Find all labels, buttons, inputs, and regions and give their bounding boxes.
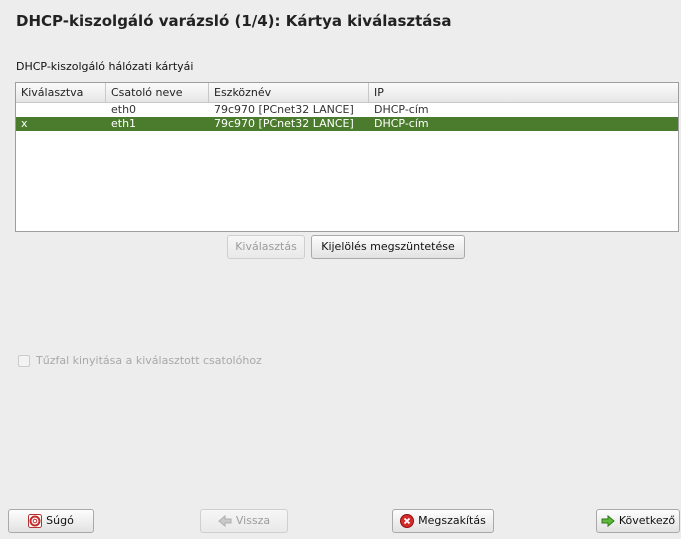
arrow-right-icon: [601, 514, 615, 528]
table-header: Kiválasztva Csatoló neve Eszköznév IP: [16, 83, 678, 103]
network-cards-table[interactable]: Kiválasztva Csatoló neve Eszköznév IP et…: [15, 82, 679, 232]
back-button[interactable]: Vissza: [200, 509, 288, 533]
table-row[interactable]: eth0 79c970 [PCnet32 LANCE] DHCP-cím: [16, 103, 678, 117]
firewall-option[interactable]: Tűzfal kinyitása a kiválasztott csatolóh…: [18, 354, 262, 367]
next-button-label: Következő: [618, 514, 676, 527]
cell-device: 79c970 [PCnet32 LANCE]: [214, 103, 354, 116]
cards-table-label: DHCP-kiszolgáló hálózati kártyái: [16, 60, 194, 73]
page-title: DHCP-kiszolgáló varázsló (1/4): Kártya k…: [16, 12, 452, 30]
help-button-label: Súgó: [46, 514, 74, 527]
cell-ip: DHCP-cím: [374, 103, 429, 116]
column-header-ip[interactable]: IP: [369, 83, 678, 102]
abort-button-label: Megszakítás: [418, 514, 486, 527]
column-header-interface[interactable]: Csatoló neve: [106, 83, 209, 102]
cell-interface: eth1: [111, 117, 137, 130]
arrow-left-icon: [218, 514, 232, 528]
stop-icon: [400, 514, 415, 528]
help-button[interactable]: Súgó: [8, 509, 94, 533]
select-button[interactable]: Kiválasztás: [227, 235, 305, 259]
firewall-checkbox[interactable]: [18, 354, 30, 367]
column-header-device[interactable]: Eszköznév: [209, 83, 369, 102]
back-button-label: Vissza: [235, 514, 271, 527]
next-button[interactable]: Következő: [596, 509, 680, 533]
cell-selected: x: [21, 117, 28, 130]
cell-interface: eth0: [111, 103, 137, 116]
cell-ip: DHCP-cím: [374, 117, 429, 130]
cell-device: 79c970 [PCnet32 LANCE]: [214, 117, 354, 130]
deselect-button[interactable]: Kijelölés megszüntetése: [311, 235, 465, 259]
abort-button[interactable]: Megszakítás: [392, 509, 494, 533]
lifebuoy-icon: [28, 514, 43, 528]
table-row[interactable]: x eth1 79c970 [PCnet32 LANCE] DHCP-cím: [16, 117, 678, 131]
firewall-checkbox-label: Tűzfal kinyitása a kiválasztott csatolóh…: [36, 354, 262, 367]
cell-selected: [16, 103, 106, 117]
column-header-selected[interactable]: Kiválasztva: [16, 83, 106, 102]
select-button-label: Kiválasztás: [235, 240, 297, 253]
deselect-button-label: Kijelölés megszüntetése: [321, 240, 455, 253]
